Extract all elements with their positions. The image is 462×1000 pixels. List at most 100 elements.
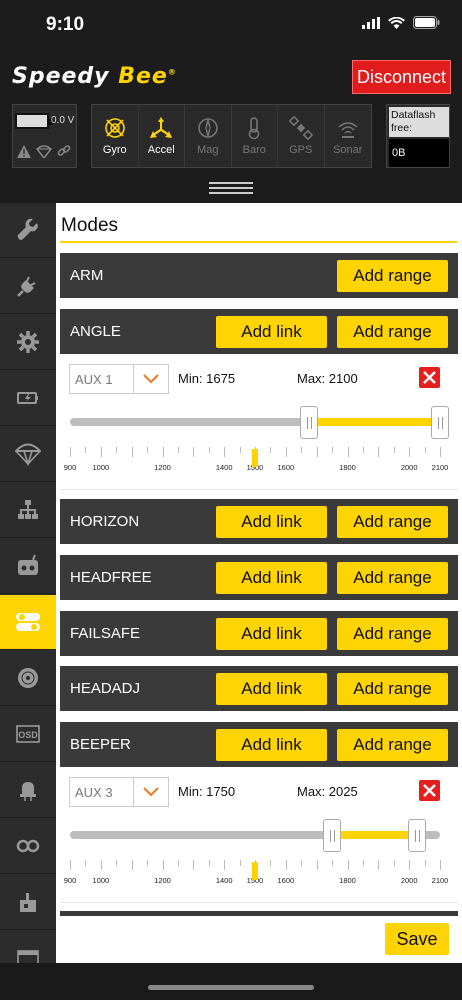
failsafe-icon: [36, 145, 52, 158]
scale-label: 2000: [400, 463, 418, 472]
mode-row-headfree: HEADFREE Add link Add range: [60, 555, 458, 600]
scale-tick: [224, 447, 226, 457]
scale-tick: [332, 860, 334, 866]
remove-range-button[interactable]: [419, 367, 440, 388]
range-track[interactable]: [70, 418, 440, 426]
range-fill: [332, 831, 417, 839]
range-min-handle[interactable]: [323, 819, 342, 852]
sidebar-item-power[interactable]: [0, 371, 56, 426]
add-link-button[interactable]: Add link: [216, 506, 327, 538]
range-track[interactable]: [70, 831, 440, 839]
scale-tick: [100, 860, 102, 870]
add-range-button[interactable]: Add range: [337, 618, 448, 650]
add-link-button[interactable]: Add link: [216, 729, 327, 761]
modes-icon: [16, 613, 40, 631]
signal-icon: [362, 16, 380, 29]
remove-range-button[interactable]: [419, 780, 440, 801]
battery-panel: 0.0 V: [12, 104, 77, 168]
range-panel-angle: AUX 1 Min: 1675 Max: 2100 900 1000 1200 140…: [60, 355, 458, 490]
status-bar: 9:10: [0, 0, 462, 50]
scale-label: 900: [63, 876, 77, 885]
scale-tick: [393, 447, 395, 453]
scale-tick: [332, 447, 334, 453]
svg-text:OSD: OSD: [18, 730, 38, 740]
scale-tick: [239, 860, 241, 866]
status-icons: [362, 16, 440, 29]
dataflash-label: Dataflash free:: [389, 107, 449, 137]
range-max-handle[interactable]: [431, 406, 449, 439]
scale-label: 1400: [215, 876, 233, 885]
sonar-icon: [338, 122, 358, 138]
range-min-label: Min: 1750: [178, 784, 236, 799]
mode-name: BEEPER: [70, 736, 131, 753]
scale-label: 1000: [92, 463, 110, 472]
add-range-button[interactable]: Add range: [337, 562, 448, 594]
sidebar-item-motors[interactable]: [0, 651, 56, 706]
scale-label: 1200: [154, 876, 171, 885]
sidebar-item-pid[interactable]: [0, 483, 56, 538]
receiver-icon: [18, 554, 38, 575]
sidebar-item-ports[interactable]: [0, 259, 56, 314]
save-button[interactable]: Save: [385, 923, 449, 955]
add-range-button[interactable]: Add range: [337, 260, 448, 292]
scale-tick: [116, 860, 118, 866]
sensor-sonar: Sonar: [325, 105, 372, 167]
collapse-handle[interactable]: [0, 175, 462, 203]
scale-label: 2100: [431, 463, 449, 472]
scale-label: 2100: [431, 876, 449, 885]
scale-label: 1200: [154, 463, 171, 472]
scale-tick: [362, 447, 364, 453]
sidebar-item-failsafe[interactable]: [0, 427, 56, 482]
scale-tick: [347, 447, 349, 457]
sensor-accel: Accel: [139, 105, 185, 167]
sidebar-item-blackbox[interactable]: [0, 819, 56, 874]
add-range-button[interactable]: Add range: [337, 506, 448, 538]
scale-label: 900: [63, 463, 77, 472]
sensor-label: Baro: [242, 144, 266, 156]
sidebar-item-cli[interactable]: [0, 875, 56, 930]
scale-label: 1600: [277, 463, 295, 472]
scale-label: 1600: [277, 876, 295, 885]
scale-tick: [177, 447, 179, 453]
add-range-button[interactable]: Add range: [337, 673, 448, 705]
range-max-handle[interactable]: [407, 819, 426, 852]
channel-select[interactable]: AUX 3: [69, 777, 169, 807]
add-link-button[interactable]: Add link: [216, 562, 327, 594]
sidebar-item-setup[interactable]: [0, 203, 56, 258]
add-range-button[interactable]: Add range: [337, 316, 448, 348]
mode-row-horizon: HORIZON Add link Add range: [60, 499, 458, 544]
sidebar-item-led[interactable]: [0, 763, 56, 818]
sidebar-item-receiver[interactable]: [0, 539, 56, 594]
scale-tick: [162, 860, 164, 870]
scale-tick: [409, 860, 411, 870]
scale-tick: [285, 860, 287, 870]
mode-name: ARM: [70, 267, 104, 284]
sidebar-item-modes[interactable]: [0, 595, 56, 650]
channel-select[interactable]: AUX 1: [69, 364, 169, 394]
range-min-handle[interactable]: [299, 406, 318, 439]
add-range-button[interactable]: Add range: [337, 729, 448, 761]
scale-label: 1800: [339, 463, 356, 472]
scale-tick: [193, 447, 195, 457]
sidebar-item-configuration[interactable]: [0, 315, 56, 370]
range-scale: 900 1000 1200 1400 1500 1600 1800 2000 2100: [64, 860, 448, 890]
disconnect-button[interactable]: Disconnect: [352, 60, 451, 94]
add-link-button[interactable]: Add link: [216, 316, 327, 348]
app-header: Speedy Bee® Disconnect: [0, 50, 462, 100]
sensor-label: Accel: [147, 144, 175, 156]
home-indicator[interactable]: [148, 985, 314, 990]
sidebar-item-osd[interactable]: OSD: [0, 707, 56, 762]
scale-tick: [70, 860, 71, 870]
network-icon: [18, 500, 38, 519]
scale-tick: [393, 860, 395, 866]
scale-tick: [85, 447, 87, 453]
sensor-baro: Baro: [232, 105, 278, 167]
scale-label: 1400: [215, 463, 233, 472]
page-title: Modes: [61, 215, 119, 236]
add-link-button[interactable]: Add link: [216, 618, 327, 650]
warning-icon: [17, 145, 31, 158]
scale-tick: [100, 447, 102, 457]
add-link-button[interactable]: Add link: [216, 673, 327, 705]
sensor-label: Mag: [197, 144, 219, 156]
scale-tick: [147, 447, 149, 453]
